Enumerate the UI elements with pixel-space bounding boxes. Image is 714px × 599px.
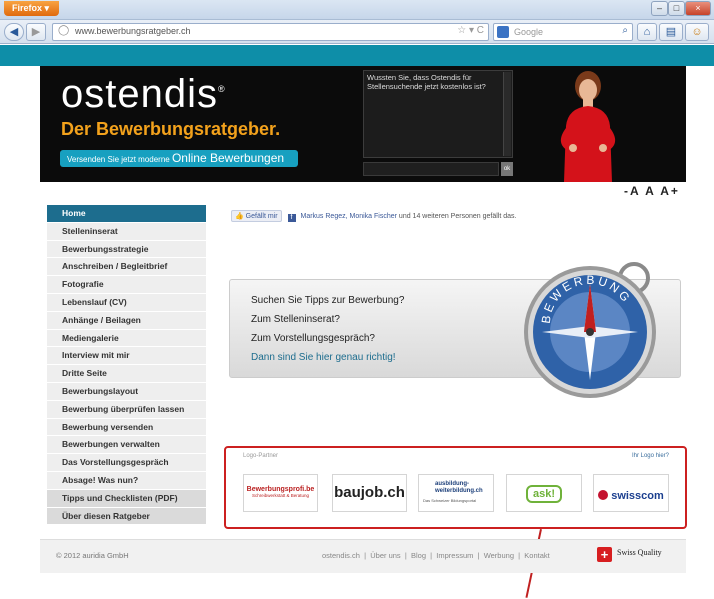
search-placeholder: Google — [514, 27, 544, 37]
sidebar-item[interactable]: Interview mit mir — [47, 347, 206, 366]
online-bewerbungen-button[interactable]: Versenden Sie jetzt moderne Online Bewer… — [60, 150, 298, 167]
footer-link[interactable]: Kontakt — [524, 551, 549, 560]
like-label: Gefällt mir — [245, 213, 278, 220]
font-size-controls[interactable]: -A A A+ — [624, 184, 680, 198]
partner-logo-baujob[interactable]: baujob.ch — [332, 474, 407, 512]
sidebar-item[interactable]: Fotografie — [47, 276, 206, 294]
sidebar-item[interactable]: Bewerbungsstrategie — [47, 240, 206, 259]
swiss-quality-badge: + Swiss Quality — [597, 547, 662, 562]
sidebar-item[interactable]: Das Vorstellungsgespräch — [47, 454, 206, 472]
sidebar-item[interactable]: Anschreiben / Begleitbrief — [47, 258, 206, 277]
forward-arrow-icon[interactable]: ▶ — [26, 23, 46, 41]
search-magnifier-icon[interactable]: ⌕ — [622, 25, 628, 36]
facebook-like-count-text: und 14 weiteren Personen gefällt das. — [398, 213, 517, 220]
logo-partner-box: Logo-Partner Ihr Logo hier? Bewerbungspr… — [224, 446, 687, 529]
news-text: Wussten Sie, dass Ostendis für Stellensu… — [367, 73, 486, 91]
url-text: www.bewerbungsratgeber.ch — [75, 26, 191, 36]
sidebar-item[interactable]: Stelleninserat — [47, 222, 206, 241]
search-field[interactable]: Google ⌕ — [493, 23, 633, 41]
sidebar-item[interactable]: Home — [47, 205, 206, 223]
close-button[interactable]: × — [685, 1, 711, 16]
partner-label: Logo-Partner — [243, 453, 279, 459]
news-ticker-box: Wussten Sie, dass Ostendis für Stellensu… — [363, 70, 513, 158]
cta-prefix: Versenden Sie jetzt moderne — [67, 155, 170, 164]
bookmark-star-icon[interactable]: ☆ ▾ C — [457, 25, 484, 36]
partner-logo-ausbildung-weiterbildung[interactable]: ausbildung-weiterbildung.ch Das Schweize… — [418, 474, 494, 512]
firefox-menu-label: Firefox — [12, 3, 43, 13]
tagline: Der Bewerbungsratgeber. — [61, 119, 281, 139]
partner-logo-swisscom[interactable]: swisscom — [593, 474, 669, 512]
sidebar-item[interactable]: Bewerbung überprüfen lassen — [47, 400, 206, 419]
footer-links: ostendis.ch | Über uns | Blog | Impressu… — [322, 551, 550, 560]
footer-link[interactable]: Impressum — [436, 551, 473, 560]
facebook-friend-names[interactable]: Markus Regez, Monika Fischer — [300, 213, 396, 220]
sidebar-navigation: Home Stelleninserat Bewerbungsstrategie … — [47, 205, 206, 526]
partner-ad-link[interactable]: Ihr Logo hier? — [632, 453, 669, 459]
back-arrow-icon[interactable]: ◀ — [4, 23, 24, 41]
thumbs-up-icon: 👍 — [235, 213, 244, 220]
news-input[interactable] — [363, 162, 499, 176]
footer-link[interactable]: Werbung — [484, 551, 514, 560]
sidebar-item[interactable]: Anhänge / Beilagen — [47, 311, 206, 330]
footer-link[interactable]: ostendis.ch — [322, 551, 360, 560]
bewerbungsprofi-name: Bewerbungsprofi.be — [246, 486, 315, 493]
facebook-like-button[interactable]: 👍 Gefällt mir — [231, 210, 282, 222]
bewerbungsprofi-sub: Schreibwerkstatt & Beratung — [251, 493, 310, 498]
facebook-like-row: 👍 Gefällt mir f Markus Regez, Monika Fis… — [231, 210, 516, 224]
home-icon[interactable]: ⌂ — [637, 23, 657, 41]
baujob-name: baujob.ch — [334, 484, 405, 501]
partner-logo-bewerbungsprofi[interactable]: Bewerbungsprofi.be Schreibwerkstatt & Be… — [243, 474, 318, 512]
promo-question-3: Zum Vorstellungsgespräch? — [251, 333, 375, 344]
top-band — [0, 45, 714, 66]
sidebar-item[interactable]: Über diesen Ratgeber — [47, 507, 206, 526]
site-identity-icon: ◯ — [58, 25, 70, 36]
swisscom-name: swisscom — [611, 490, 664, 502]
sidebar-item[interactable]: Dritte Seite — [47, 365, 206, 383]
sidebar-item[interactable]: Lebenslauf (CV) — [47, 293, 206, 312]
browser-window: Firefox ▾ – □ × ◀ ▶ ◯ www.bewerbungsratg… — [0, 0, 714, 599]
ask-name: ask! — [525, 485, 563, 503]
spokesperson-image — [560, 71, 616, 182]
site-footer: © 2012 auridia GmbH ostendis.ch | Über u… — [40, 539, 686, 573]
ausbildung-sub: Das Schweizer Bildungsportal — [423, 498, 477, 503]
site-header: ostendis® Der Bewerbungsratgeber. Versen… — [40, 66, 686, 182]
copyright-text: © 2012 auridia GmbH — [56, 551, 129, 560]
sidebar-item[interactable]: Mediengalerie — [47, 329, 206, 348]
sidebar-item[interactable]: Bewerbungen verwalten — [47, 436, 206, 455]
sidebar-item[interactable]: Bewerbungslayout — [47, 382, 206, 401]
facebook-icon: f — [287, 214, 296, 222]
sidebar-item[interactable]: Tipps und Checklisten (PDF) — [47, 489, 206, 508]
promo-question-1: Suchen Sie Tipps zur Bewerbung? — [251, 295, 405, 306]
title-bar: Firefox ▾ – □ × — [0, 0, 714, 20]
footer-link[interactable]: Blog — [411, 551, 426, 560]
addon-icon[interactable]: ☺ — [685, 23, 709, 41]
ostendis-logo[interactable]: ostendis® — [61, 72, 226, 117]
logo-text: ostendis — [61, 72, 218, 116]
bookmarks-icon[interactable]: ▤ — [659, 23, 683, 41]
firefox-menu-button[interactable]: Firefox ▾ — [4, 1, 60, 16]
ausbildung-name: ausbildung-weiterbildung.ch — [435, 481, 483, 494]
compass-icon: BEWERBUNG — [524, 262, 656, 398]
google-search-engine-icon[interactable] — [497, 26, 509, 38]
cta-main: Online Bewerbungen — [171, 151, 285, 165]
navigation-toolbar: ◀ ▶ ◯ www.bewerbungsratgeber.ch ☆ ▾ C Go… — [0, 20, 714, 44]
address-bar[interactable]: ◯ www.bewerbungsratgeber.ch ☆ ▾ C — [52, 23, 489, 41]
promo-question-2: Zum Stelleninserat? — [251, 314, 340, 325]
swiss-quality-text: Swiss Quality — [617, 548, 662, 557]
news-scrollbar[interactable] — [503, 72, 511, 156]
sidebar-item[interactable]: Bewerbung versenden — [47, 418, 206, 437]
maximize-button[interactable]: □ — [668, 1, 685, 16]
footer-link[interactable]: Über uns — [370, 551, 400, 560]
news-ok-button[interactable]: ok — [501, 162, 513, 176]
promo-answer: Dann sind Sie hier genau richtig! — [251, 352, 396, 363]
swisscom-icon — [598, 490, 609, 500]
minimize-button[interactable]: – — [651, 1, 668, 16]
partner-logo-ask[interactable]: ask! — [506, 474, 582, 512]
swiss-flag-icon: + — [597, 547, 612, 562]
sidebar-item[interactable]: Absage! Was nun? — [47, 471, 206, 490]
